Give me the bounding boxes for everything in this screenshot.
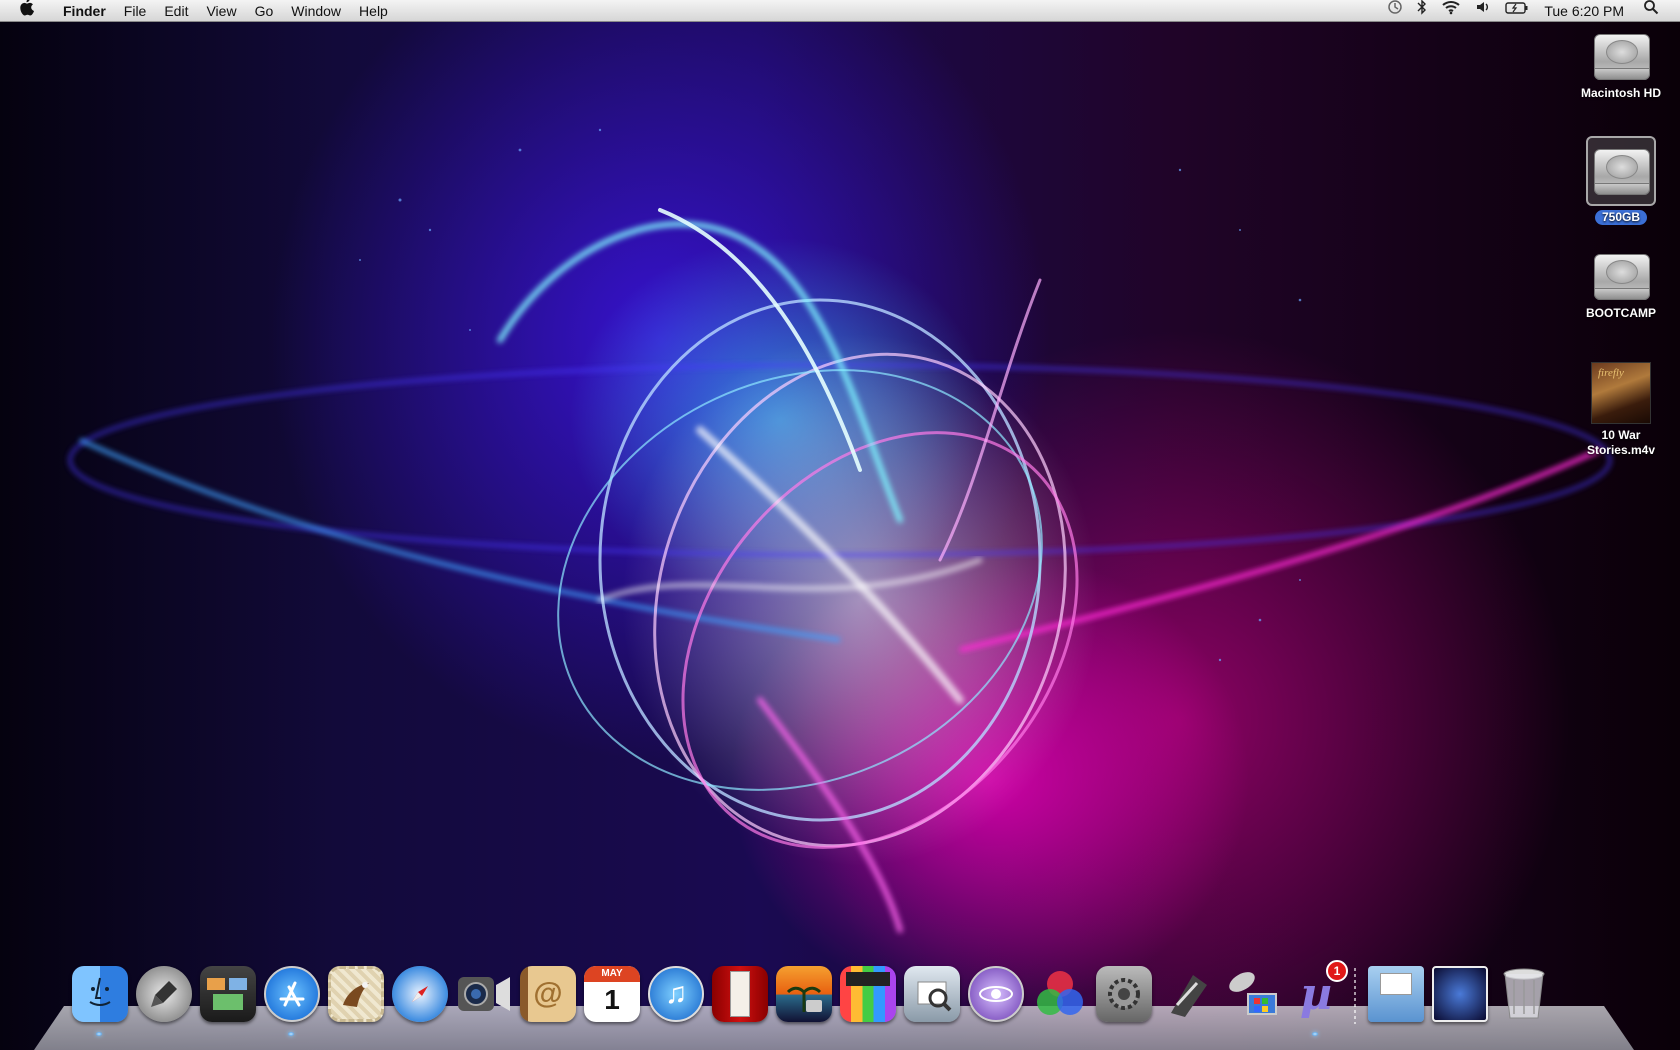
dock-item-final-cut-pro[interactable] bbox=[838, 966, 898, 1026]
dock-item-finder[interactable] bbox=[70, 966, 130, 1036]
ical-month: MAY bbox=[584, 966, 640, 982]
desktop-icon-750gb[interactable]: 750GB bbox=[1566, 136, 1676, 226]
motion-icon bbox=[968, 966, 1024, 1022]
desktop-icon-10-war-stories[interactable]: firefly 10 War Stories.m4v bbox=[1566, 362, 1676, 458]
menu-help[interactable]: Help bbox=[350, 0, 397, 22]
dock-item-mail[interactable] bbox=[326, 966, 386, 1026]
running-indicator bbox=[96, 1032, 102, 1036]
hard-drive-icon bbox=[1592, 250, 1650, 302]
mail-icon bbox=[328, 966, 384, 1022]
ical-day: 1 bbox=[604, 984, 620, 1015]
battery-icon[interactable] bbox=[1505, 0, 1529, 22]
apple-menu-icon[interactable] bbox=[18, 0, 40, 23]
time-machine-icon[interactable] bbox=[1387, 0, 1403, 22]
dock-item-launchpad[interactable] bbox=[134, 966, 194, 1026]
dock-item-downloads[interactable] bbox=[1430, 966, 1490, 1026]
spotlight-search-icon[interactable] bbox=[1643, 0, 1659, 22]
remote-desktop-icon bbox=[1224, 966, 1280, 1022]
final-cut-pro-icon bbox=[840, 966, 896, 1022]
hard-drive-icon bbox=[1592, 30, 1650, 82]
menu-go[interactable]: Go bbox=[246, 0, 283, 22]
safari-icon bbox=[392, 966, 448, 1022]
wallpaper-light-swirls bbox=[68, 128, 1612, 933]
dock-item-app-store[interactable] bbox=[262, 966, 322, 1036]
dock-item-ical[interactable]: MAY 1 bbox=[582, 966, 642, 1026]
menu-file[interactable]: File bbox=[115, 0, 156, 22]
desktop-icon-macintosh-hd[interactable]: Macintosh HD bbox=[1566, 30, 1676, 101]
menu-clock[interactable]: Tue 6:20 PM bbox=[1544, 3, 1624, 19]
desktop-wallpaper bbox=[0, 0, 1680, 1050]
dock-item-color[interactable] bbox=[1030, 966, 1090, 1026]
app-store-icon bbox=[264, 966, 320, 1022]
itunes-icon: ♫ bbox=[648, 966, 704, 1022]
bluetooth-icon[interactable] bbox=[1417, 0, 1427, 22]
dock-item-utorrent[interactable]: µ 1 bbox=[1286, 960, 1348, 1036]
address-book-icon: @ bbox=[520, 966, 576, 1022]
mission-control-icon bbox=[200, 966, 256, 1022]
desktop-icon-bootcamp[interactable]: BOOTCAMP bbox=[1566, 250, 1676, 321]
dock-item-documents[interactable] bbox=[1366, 966, 1426, 1026]
volume-icon[interactable] bbox=[1475, 0, 1491, 22]
app-menu-finder[interactable]: Finder bbox=[54, 0, 115, 22]
documents-folder-icon bbox=[1368, 966, 1424, 1022]
dock-item-itunes[interactable]: ♫ bbox=[646, 966, 706, 1026]
menu-window[interactable]: Window bbox=[282, 0, 350, 22]
preview-icon bbox=[904, 966, 960, 1022]
dock-item-address-book[interactable]: @ bbox=[518, 966, 578, 1026]
dock-item-trash[interactable] bbox=[1494, 966, 1554, 1026]
hard-drive-icon bbox=[1592, 145, 1650, 197]
finder-icon bbox=[72, 966, 128, 1022]
desktop-icon-label-selected: 750GB bbox=[1594, 210, 1648, 225]
video-thumbnail-icon: firefly bbox=[1591, 362, 1651, 424]
dock-item-remote-desktop[interactable] bbox=[1222, 966, 1282, 1026]
facetime-icon bbox=[456, 966, 512, 1022]
dock-item-safari[interactable] bbox=[390, 966, 450, 1026]
desktop-icon-label-line2: Stories.m4v bbox=[1586, 443, 1656, 457]
desktop-icon-label-line1: 10 War bbox=[1601, 428, 1641, 442]
running-indicator bbox=[1312, 1032, 1318, 1036]
dock-item-iphoto[interactable] bbox=[774, 966, 834, 1026]
dock-item-photo-booth[interactable] bbox=[710, 966, 770, 1026]
trash-icon bbox=[1496, 966, 1552, 1022]
downloads-stack-icon bbox=[1432, 966, 1488, 1022]
desktop-icon-label: BOOTCAMP bbox=[1586, 306, 1656, 320]
menu-view[interactable]: View bbox=[197, 0, 245, 22]
dock-item-mission-control[interactable] bbox=[198, 966, 258, 1026]
dock-item-facetime[interactable] bbox=[454, 966, 514, 1026]
thumbnail-title: firefly bbox=[1598, 367, 1624, 379]
dock-item-motion[interactable] bbox=[966, 966, 1026, 1026]
photo-booth-icon bbox=[712, 966, 768, 1022]
compressor-icon bbox=[1160, 966, 1216, 1022]
desktop-icon-label: 10 War Stories.m4v bbox=[1566, 428, 1676, 458]
notification-badge: 1 bbox=[1326, 960, 1348, 982]
running-indicator bbox=[288, 1032, 294, 1036]
system-preferences-icon bbox=[1096, 966, 1152, 1022]
ical-icon: MAY 1 bbox=[584, 966, 640, 1022]
dock-item-system-preferences[interactable] bbox=[1094, 966, 1154, 1026]
menu-extras: Tue 6:20 PM bbox=[1380, 0, 1666, 22]
desktop-icon-label: Macintosh HD bbox=[1580, 86, 1661, 100]
dock: @ MAY 1 ♫ µ 1 bbox=[34, 960, 1634, 1050]
selection-highlight bbox=[1586, 136, 1656, 206]
dock-item-compressor[interactable] bbox=[1158, 966, 1218, 1026]
dock-item-preview[interactable] bbox=[902, 966, 962, 1026]
iphoto-icon bbox=[776, 966, 832, 1022]
menu-edit[interactable]: Edit bbox=[155, 0, 197, 22]
wifi-icon[interactable] bbox=[1441, 0, 1461, 22]
color-icon bbox=[1032, 966, 1088, 1022]
launchpad-icon bbox=[136, 966, 192, 1022]
menu-bar: Finder File Edit View Go Window Help Tue… bbox=[0, 0, 1680, 22]
dock-divider bbox=[1354, 968, 1356, 1024]
